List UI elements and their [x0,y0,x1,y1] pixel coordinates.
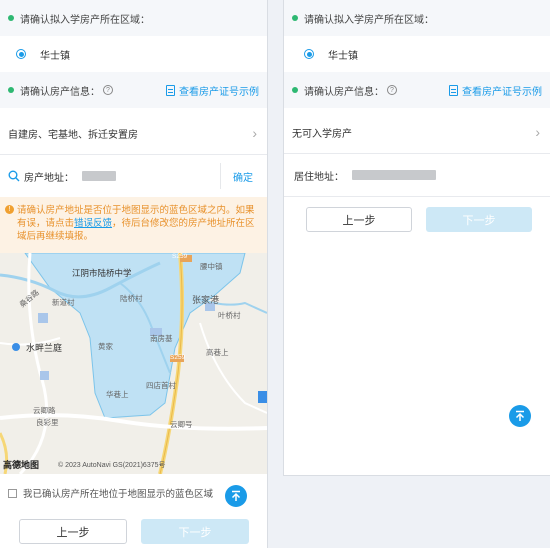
map-label-village: 叶桥村 [218,311,241,320]
sample-link[interactable]: 查看房产证号示例 [166,83,259,98]
chevron-right-icon: › [535,124,540,140]
green-dot-icon [8,87,14,93]
map-label-village: 新道村 [52,298,75,307]
map-label-road: 云卿路 [33,406,56,415]
area-prompt: 请确认拟入学房产所在区域： [304,14,434,26]
map-label-village: 高巷上 [206,348,229,357]
map-label-road: S259 [172,253,188,260]
map-logo: 高德地图 [3,460,40,470]
area-prompt: 请确认拟入学房产所在区域： [20,14,150,26]
map-label-poi: 水畔兰庭 [26,343,63,353]
divider [284,153,550,154]
map-label-road: 云卿号 [170,420,193,429]
map-label-village: 张家港 [192,295,220,305]
area-option-row[interactable]: 华士镇 [284,36,550,72]
confirm-checkbox-label: 我已确认房产所在地位于地图显示的蓝色区域 [23,489,214,500]
area-prompt-header: 请确认拟入学房产所在区域： [0,0,267,36]
map-label-village: 腰中镇 [200,262,223,271]
residence-address-redacted [352,170,436,180]
warning-icon: ! [5,205,14,214]
property-type-select[interactable]: 自建房、宅基地、拆迁安置房 › [0,114,267,152]
radio-selected-icon[interactable] [304,49,314,59]
sample-link[interactable]: 查看房产证号示例 [449,83,542,98]
address-row: 房产地址： 确定 [0,157,267,195]
green-dot-icon [8,15,14,21]
area-prompt-header: 请确认拟入学房产所在区域： [284,0,550,36]
residence-address-row: 居住地址： [284,157,550,193]
warning-banner: ! 请确认房产地址是否位于地图显示的蓝色区域之内。如果有误，请点击错误反馈，待后… [0,197,267,253]
map-label-village: 陆桥村 [120,294,143,303]
map-label-school: 江阴市陆桥中学 [72,268,132,278]
map-copyright: © 2023 AutoNavi GS(2021)6375号 [58,462,166,469]
map-label-poi: 良彩里 [36,418,59,427]
property-prompt: 请确认房产信息： [304,86,384,98]
back-to-top-button[interactable] [509,405,531,427]
chevron-right-icon: › [252,125,257,141]
sample-link-label: 查看房产证号示例 [462,86,542,98]
divider [220,163,221,189]
next-button[interactable]: 下一步 [426,207,532,232]
map-canvas[interactable] [0,253,267,474]
document-icon [166,84,175,96]
right-panel: 请确认拟入学房产所在区域： 华士镇 请确认房产信息： ? 查看房产证号示例 无可… [283,0,550,476]
confirm-address-button[interactable]: 确定 [233,169,253,184]
left-panel: 请确认拟入学房产所在区域： 华士镇 请确认房产信息： ? 查看房产证号示例 自建… [0,0,268,548]
property-type-value: 自建房、宅基地、拆迁安置房 [8,129,138,141]
green-dot-icon [292,87,298,93]
sample-link-label: 查看房产证号示例 [179,86,259,98]
green-dot-icon [292,15,298,21]
map-view[interactable]: 江阴市陆桥中学 腰中镇 陆桥村 新道村 张家港 叶桥村 水畔兰庭 南房基 高巷上… [0,253,267,474]
back-to-top-button[interactable] [225,485,247,507]
prev-button[interactable]: 上一步 [306,207,412,232]
confirm-checkbox[interactable] [8,488,17,498]
map-label-village: 南房基 [150,334,173,343]
document-icon [449,84,458,96]
property-prompt: 请确认房产信息： [20,86,100,98]
property-prompt-header: 请确认房产信息： ? 查看房产证号示例 [0,72,267,108]
residence-address-label: 居住地址： [294,171,344,183]
next-button[interactable]: 下一步 [141,519,249,544]
arrow-up-icon [515,410,525,421]
help-icon[interactable]: ? [387,85,397,95]
area-option-row[interactable]: 华士镇 [0,36,267,72]
address-label: 房产地址： [24,172,74,184]
arrow-up-icon [231,490,241,501]
property-prompt-header: 请确认房产信息： ? 查看房产证号示例 [284,72,550,108]
area-option-label: 华士镇 [40,50,70,62]
prev-button[interactable]: 上一步 [19,519,127,544]
divider [284,196,550,197]
map-label-village: 四店首村 [146,381,176,390]
map-label-village: 黄家 [98,342,113,351]
search-icon [8,170,20,182]
map-label-village: 华巷上 [106,390,129,399]
error-feedback-link[interactable]: 错误反馈 [74,218,112,229]
radio-selected-icon[interactable] [16,49,26,59]
property-type-value: 无可入学房产 [292,128,352,140]
help-icon[interactable]: ? [103,85,113,95]
area-option-label: 华士镇 [328,50,358,62]
address-value-redacted [82,171,116,181]
map-label-road: S259 [170,354,186,361]
divider [0,154,267,155]
property-type-select[interactable]: 无可入学房产 › [284,114,550,150]
